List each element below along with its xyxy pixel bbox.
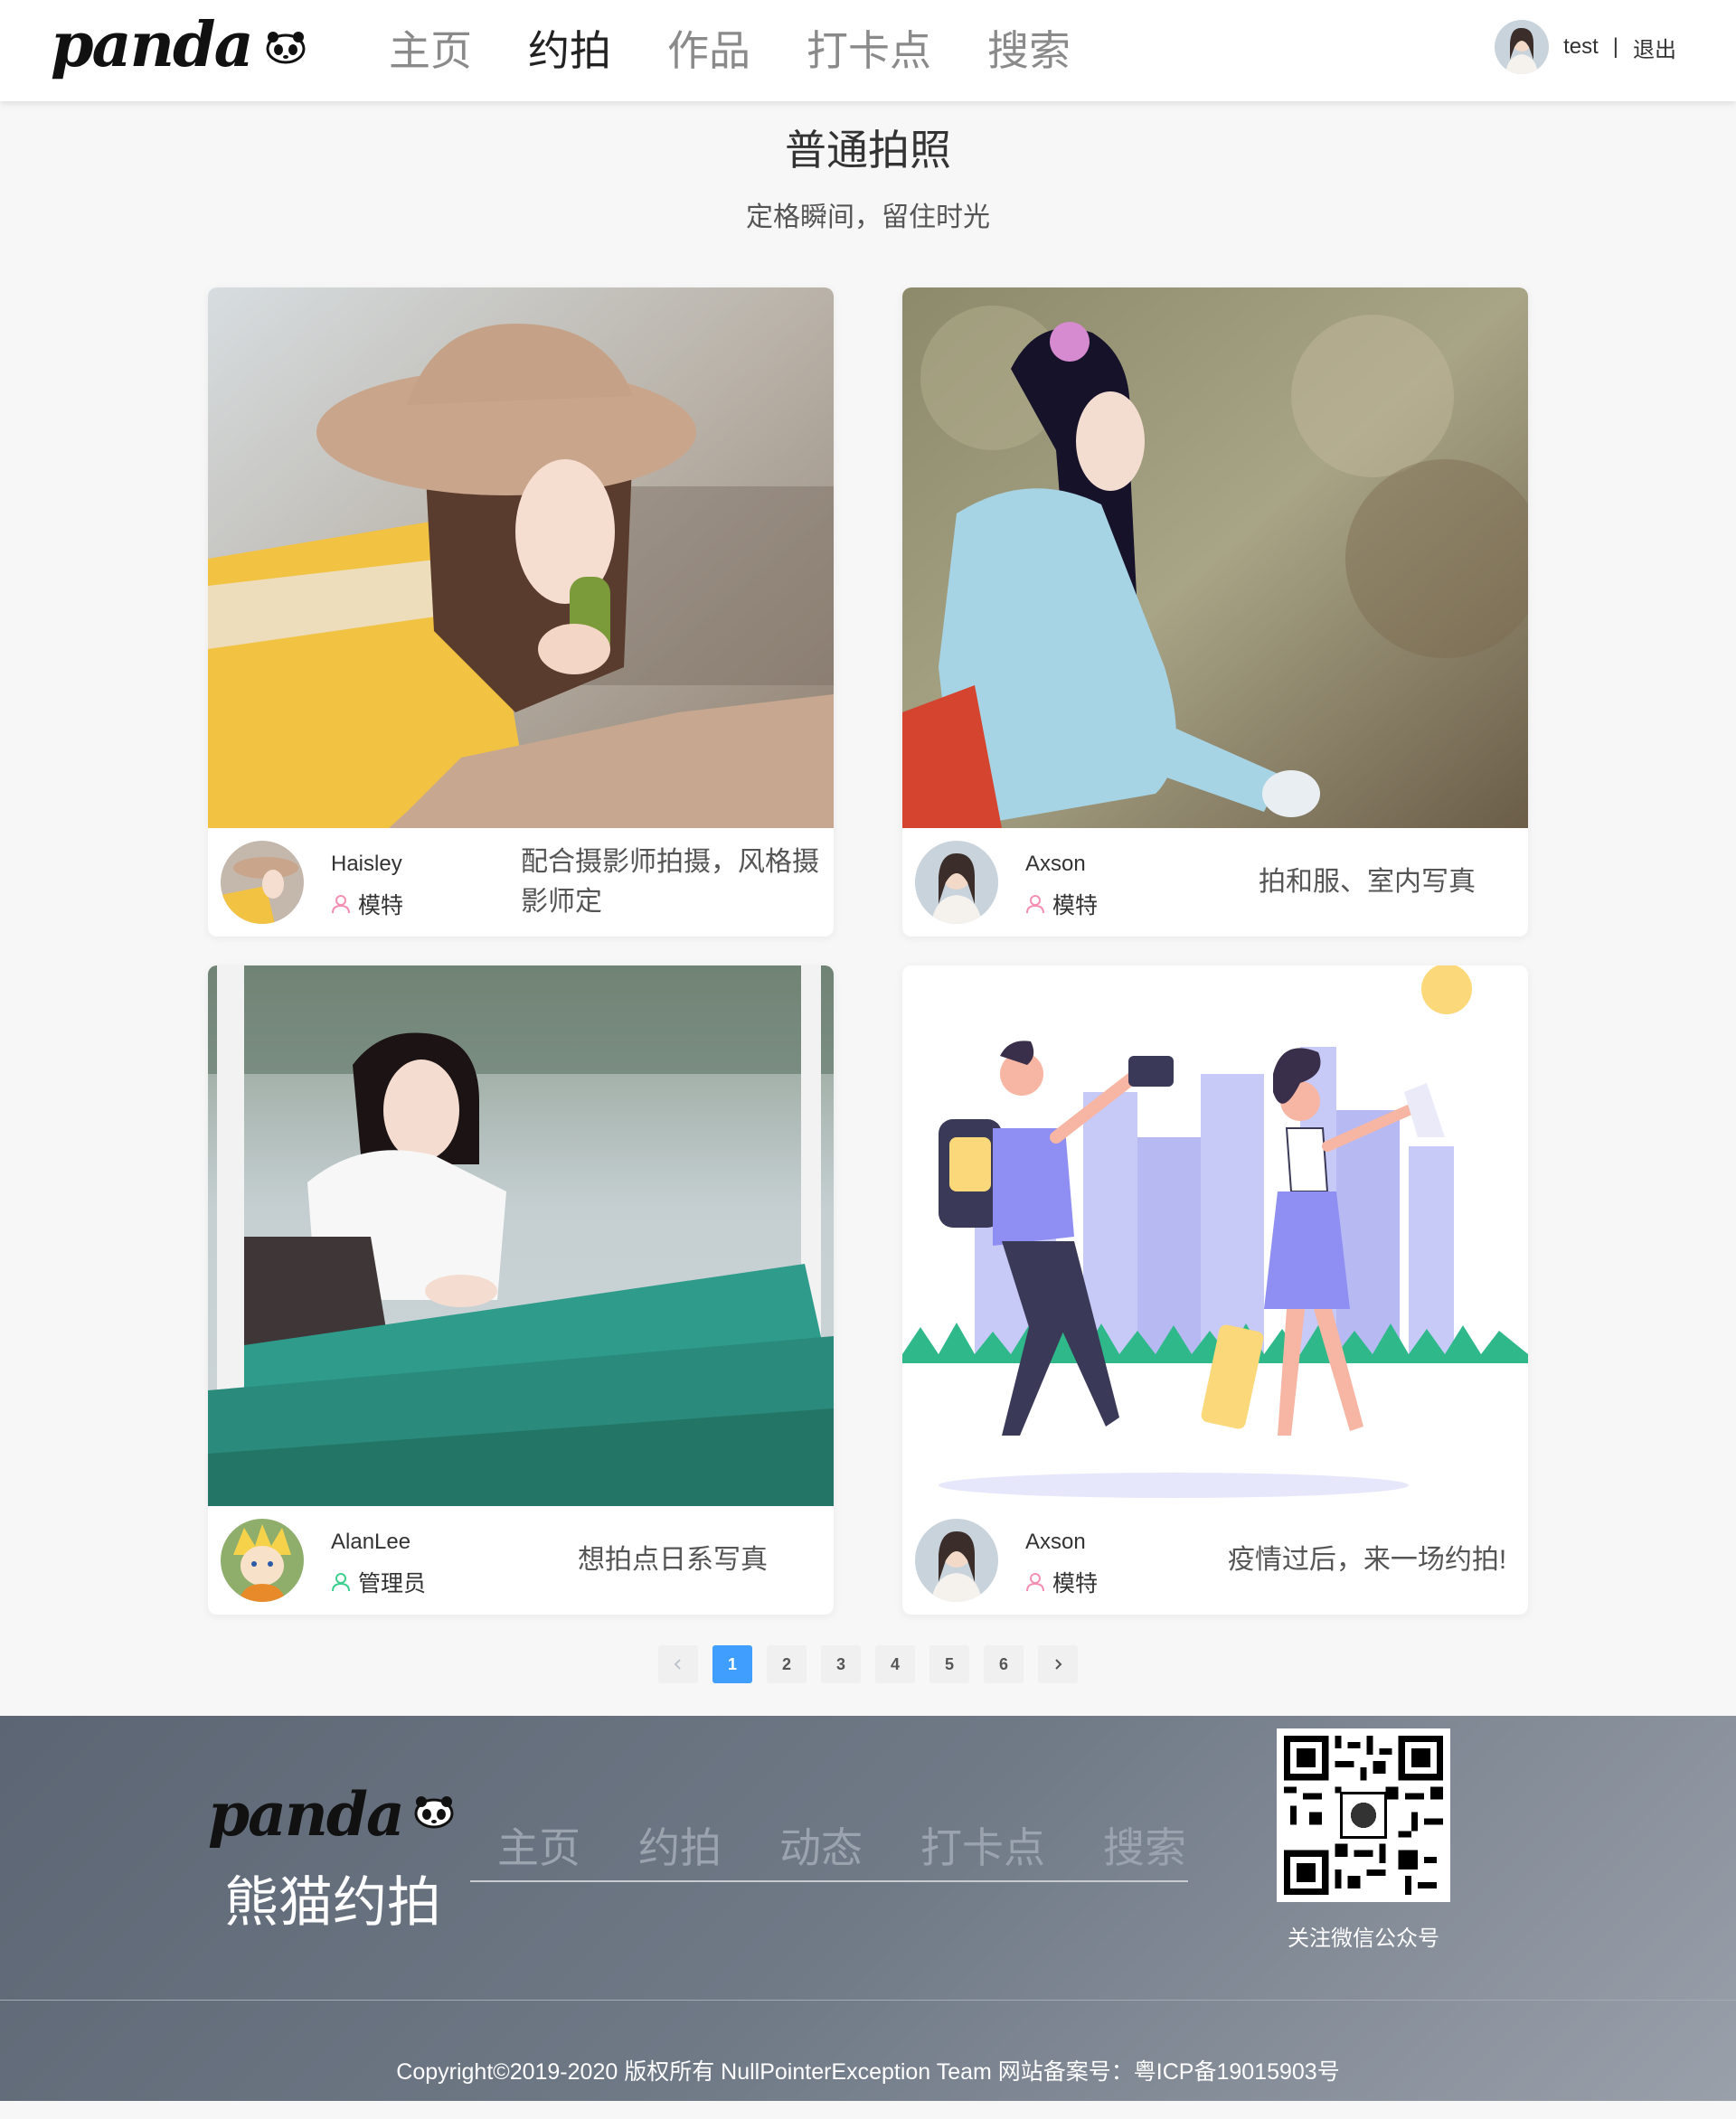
footer-nav-home[interactable]: 主页 (497, 1815, 580, 1875)
user-icon (1026, 1573, 1044, 1592)
user-separator: | (1612, 34, 1618, 59)
copyright: Copyright©2019-2020 版权所有 NullPointerExce… (396, 2059, 1340, 2085)
card-photo (208, 965, 834, 1506)
main-nav: 主页 约拍 作品 打卡点 搜索 (389, 22, 1127, 80)
card-footer: Haisley 模特 配合摄影师拍摄，风格摄影师定 (208, 828, 834, 937)
role-label: 模特 (1052, 893, 1099, 918)
card-footer: Axson 模特 拍和服、室内写真 (902, 828, 1528, 937)
role-label: 模特 (358, 893, 404, 918)
author-name[interactable]: Haisley (331, 852, 402, 877)
card-description: 配合摄影师拍摄，风格摄影师定 (521, 847, 819, 917)
author-avatar[interactable] (221, 1519, 304, 1602)
nav-home[interactable]: 主页 (389, 22, 472, 80)
user-icon (1026, 895, 1044, 914)
page-button[interactable]: 5 (929, 1645, 969, 1683)
author-name[interactable]: Axson (1025, 1530, 1086, 1555)
footer-nav: 主页 约拍 动态 打卡点 搜索 (497, 1815, 1244, 1875)
page-button[interactable]: 6 (984, 1645, 1024, 1683)
qr-label: 关注微信公众号 (1288, 1926, 1439, 1951)
footer-divider (0, 2000, 1736, 2001)
author-role: 模特 (1025, 1566, 1098, 1598)
appointment-card[interactable]: Axson 模特 疫情过后，来一场约拍! (902, 965, 1528, 1615)
role-label: 模特 (1052, 1571, 1099, 1596)
page-subtitle: 定格瞬间，留住时光 (746, 202, 990, 232)
card-photo (208, 287, 834, 828)
top-header: panda 主页 约拍 作品 打卡点 搜索 test | 退出 (0, 0, 1736, 101)
card-illustration (902, 965, 1528, 1506)
appointment-card[interactable]: Haisley 模特 配合摄影师拍摄，风格摄影师定 (208, 287, 834, 937)
footer-nav-appointment[interactable]: 约拍 (638, 1815, 722, 1875)
user-menu: test | 退出 (1495, 20, 1676, 74)
prev-page-button[interactable] (658, 1645, 698, 1683)
card-description: 疫情过后，来一场约拍! (1227, 1545, 1507, 1575)
page-button[interactable]: 2 (767, 1645, 807, 1683)
logo[interactable]: panda (51, 9, 313, 81)
logout-link[interactable]: 退出 (1633, 32, 1676, 63)
chevron-left-icon (674, 1659, 681, 1670)
footer-logo-text: panda (208, 1779, 405, 1850)
card-footer: Axson 模特 疫情过后，来一场约拍! (902, 1506, 1528, 1615)
appointment-card[interactable]: Axson 模特 拍和服、室内写真 (902, 287, 1528, 937)
user-icon (332, 895, 350, 914)
user-name[interactable]: test (1563, 34, 1599, 60)
logo-text: panda (51, 9, 254, 81)
role-label: 管理员 (358, 1571, 427, 1596)
card-description: 想拍点日系写真 (578, 1545, 768, 1575)
page-title: 普通拍照 (785, 127, 951, 174)
footer-brand: 熊猫约拍 (224, 1872, 441, 1933)
chevron-right-icon (1055, 1659, 1062, 1670)
user-avatar[interactable] (1495, 20, 1550, 74)
qr-code (1277, 1728, 1450, 1902)
author-name[interactable]: AlanLee (331, 1530, 410, 1555)
author-name[interactable]: Axson (1025, 852, 1086, 877)
author-avatar[interactable] (915, 1519, 998, 1602)
nav-checkin[interactable]: 打卡点 (807, 22, 931, 80)
page-button[interactable]: 4 (875, 1645, 915, 1683)
footer-nav-search[interactable]: 搜索 (1103, 1815, 1186, 1875)
author-role: 模特 (331, 888, 403, 920)
author-role: 管理员 (331, 1566, 426, 1598)
footer-nav-moments[interactable]: 动态 (779, 1815, 863, 1875)
card-description: 拍和服、室内写真 (1259, 867, 1476, 897)
author-avatar[interactable] (221, 841, 304, 924)
author-avatar[interactable] (915, 841, 998, 924)
nav-works[interactable]: 作品 (667, 22, 750, 80)
panda-icon (266, 32, 306, 64)
card-footer: AlanLee 管理员 想拍点日系写真 (208, 1506, 834, 1615)
footer-nav-underline (470, 1880, 1188, 1882)
user-icon (332, 1573, 350, 1592)
panda-icon (414, 1796, 454, 1829)
author-role: 模特 (1025, 888, 1098, 920)
page-button[interactable]: 1 (712, 1645, 752, 1683)
pagination: 1 2 3 4 5 6 (658, 1645, 1092, 1683)
page-button[interactable]: 3 (821, 1645, 861, 1683)
footer-nav-checkin[interactable]: 打卡点 (920, 1815, 1045, 1875)
footer: panda 熊猫约拍 主页 约拍 动态 打卡点 搜索 关注微信公众号 Copyr… (0, 1716, 1736, 2101)
nav-appointment[interactable]: 约拍 (528, 22, 611, 80)
nav-search[interactable]: 搜索 (987, 22, 1071, 80)
card-photo (902, 287, 1528, 828)
next-page-button[interactable] (1038, 1645, 1078, 1683)
appointment-card[interactable]: AlanLee 管理员 想拍点日系写真 (208, 965, 834, 1615)
